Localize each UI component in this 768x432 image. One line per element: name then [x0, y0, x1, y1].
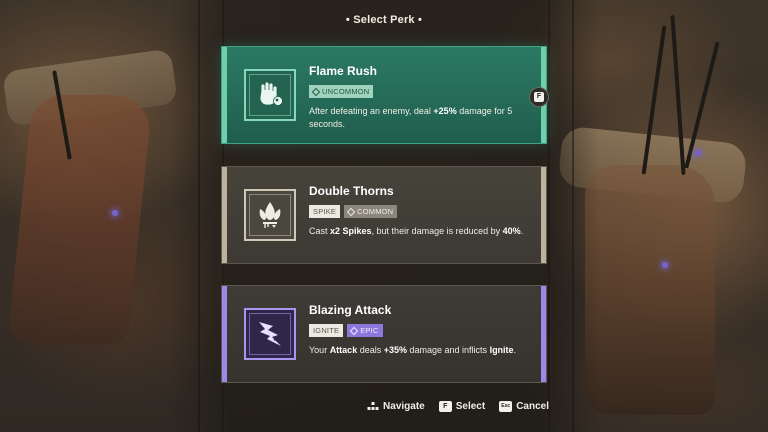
esc-key-icon: Esc: [499, 401, 513, 412]
desc-highlight: +25%: [433, 106, 457, 116]
thorns-icon: [259, 202, 281, 228]
select-control[interactable]: F Select: [438, 401, 486, 412]
right-cliff: [585, 165, 715, 415]
page-title: • Select Perk •: [345, 14, 423, 26]
cancel-control[interactable]: Esc Cancel: [499, 401, 549, 412]
navigate-label: Navigate: [383, 401, 425, 412]
select-label: Select: [455, 401, 486, 412]
desc-text: Cast: [309, 226, 331, 236]
dpad-icon: [367, 401, 379, 410]
rarity-label: EPIC: [360, 326, 379, 335]
desc-text: .: [520, 226, 524, 236]
rarity-badge: UNCOMMON: [309, 85, 374, 98]
keyword-badge: SPIKE: [309, 205, 341, 218]
rarity-badge: COMMON: [344, 205, 398, 218]
card-edge-left: [222, 286, 227, 382]
desc-text: , but their damage is reduced by: [371, 226, 503, 236]
control-hints: Navigate F Select Esc Cancel: [367, 401, 549, 412]
rarity-badge: EPIC: [347, 324, 383, 337]
perk-card-double-thorns[interactable]: Double Thorns SPIKE COMMON Cast x2 Spike…: [222, 167, 546, 263]
glowing-crystal: [662, 262, 668, 268]
desc-highlight: 40%: [502, 226, 521, 236]
desc-text: After defeating an enemy, deal: [309, 106, 434, 116]
desc-highlight: Attack: [329, 345, 358, 355]
perk-icon-frame: [244, 189, 296, 241]
perk-name: Blazing Attack: [309, 303, 392, 317]
card-edge-left: [222, 47, 227, 143]
perk-description: Your Attack deals +35% damage and inflic…: [309, 344, 535, 357]
desc-highlight: Ignite: [489, 345, 514, 355]
perk-card-flame-rush[interactable]: Flame Rush UNCOMMON After defeating an e…: [222, 47, 546, 143]
f-key-icon: F: [438, 401, 452, 412]
card-edge-left: [222, 167, 227, 263]
rarity-diamond-icon: [346, 207, 356, 216]
navigate-control[interactable]: Navigate: [367, 401, 425, 412]
perk-name: Double Thorns: [309, 184, 394, 198]
desc-text: Your: [309, 345, 330, 355]
perk-tags: SPIKE COMMON: [309, 205, 398, 218]
fist-orb-icon: [259, 81, 283, 106]
desc-text: damage and inflicts: [407, 345, 490, 355]
rarity-label: UNCOMMON: [322, 87, 370, 96]
card-edge-right: [541, 167, 546, 263]
perk-name: Flame Rush: [309, 64, 378, 78]
rarity-diamond-icon: [311, 87, 321, 96]
blade-strike-icon: [259, 322, 281, 346]
keyword-label: SPIKE: [313, 207, 337, 216]
desc-text: deals: [357, 345, 384, 355]
rarity-label: COMMON: [357, 207, 394, 216]
select-key-badge[interactable]: F: [529, 87, 549, 107]
desc-text: .: [513, 345, 517, 355]
card-edge-right: [541, 286, 546, 382]
perk-card-blazing-attack[interactable]: Blazing Attack IGNITE EPIC Your Attack d…: [222, 286, 546, 382]
cancel-label: Cancel: [516, 401, 549, 412]
perk-icon-frame: [244, 69, 296, 121]
f-key-icon: F: [534, 92, 544, 102]
keyword-badge: IGNITE: [309, 324, 344, 337]
perk-tags: UNCOMMON: [309, 85, 374, 98]
glowing-crystal: [112, 210, 118, 216]
keyword-label: IGNITE: [313, 326, 340, 335]
perk-description: Cast x2 Spikes, but their damage is redu…: [309, 225, 535, 238]
rarity-diamond-icon: [349, 326, 359, 335]
perk-tags: IGNITE EPIC: [309, 324, 383, 337]
glowing-crystal: [695, 150, 701, 156]
desc-highlight: +35%: [383, 345, 408, 355]
desc-highlight: x2 Spikes: [330, 226, 372, 236]
perk-icon-frame: [244, 308, 296, 360]
perk-description: After defeating an enemy, deal +25% dama…: [309, 105, 535, 131]
